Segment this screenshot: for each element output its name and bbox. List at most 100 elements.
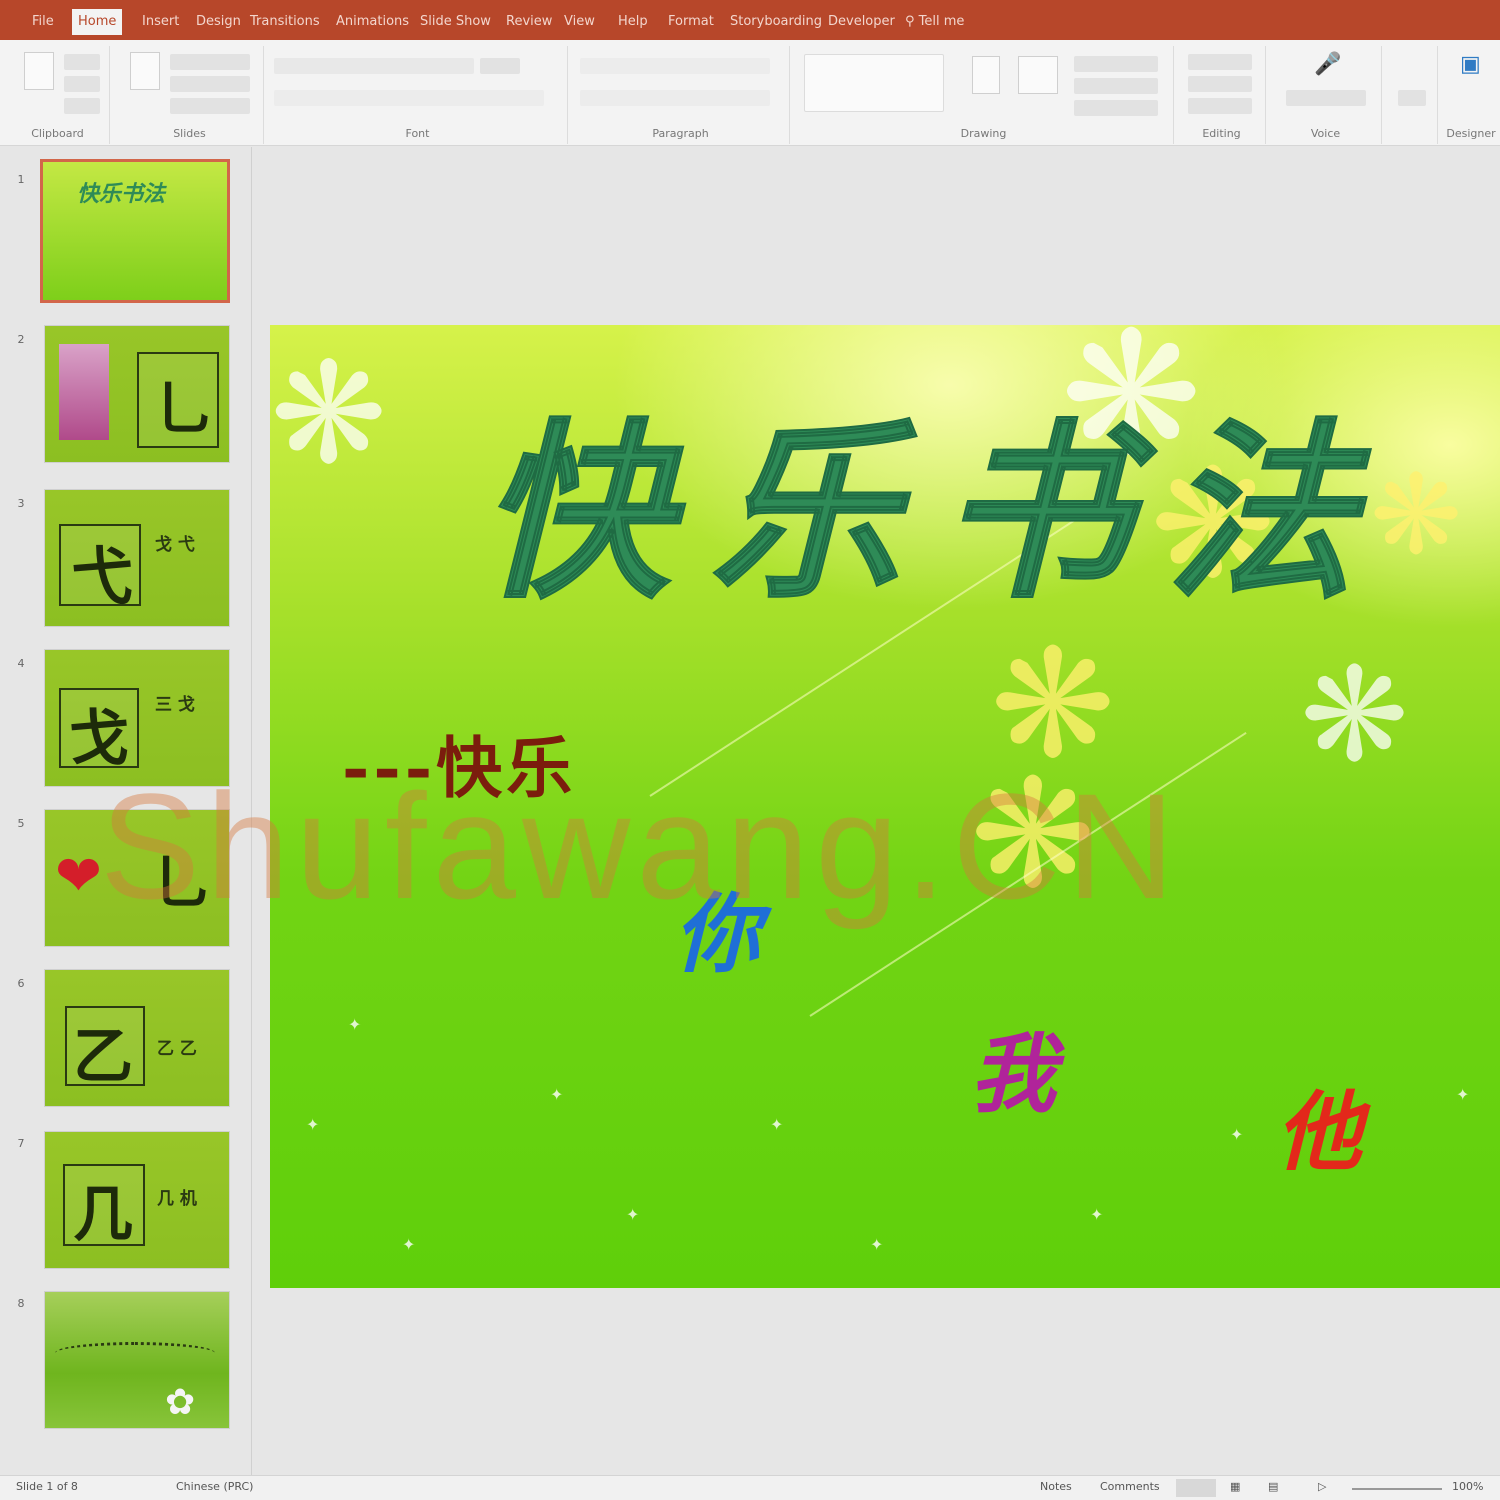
new-slide-icon[interactable]: [130, 52, 160, 90]
thumb-number: 5: [17, 817, 25, 830]
tab-slide-show[interactable]: Slide Show: [414, 9, 497, 35]
slide-counter: Slide 1 of 8: [16, 1480, 78, 1493]
tab-format[interactable]: Format: [662, 9, 720, 35]
sparkle-icon: ✦: [1090, 1205, 1104, 1224]
slide-thumbnail-7[interactable]: 几 几 机: [44, 1131, 230, 1269]
shape-effects-button[interactable]: [1074, 100, 1158, 116]
find-button[interactable]: [1188, 54, 1252, 70]
tab-file[interactable]: File: [26, 9, 60, 35]
tab-design[interactable]: Design: [190, 9, 247, 35]
tab-animations[interactable]: Animations: [330, 9, 415, 35]
copy-button[interactable]: [64, 76, 100, 92]
tab-help[interactable]: Help: [612, 9, 654, 35]
ribbon-group-slides: Slides: [116, 46, 264, 144]
list-buttons[interactable]: [580, 58, 770, 74]
thumb-glyph: 弋: [71, 540, 134, 613]
reading-view-icon[interactable]: ▤: [1268, 1480, 1278, 1493]
slide-thumbnail-8[interactable]: ✿: [44, 1291, 230, 1429]
title-char-2: 乐: [709, 400, 901, 625]
group-label-editing: Editing: [1202, 127, 1241, 140]
cut-button[interactable]: [64, 54, 100, 70]
arrange-button[interactable]: [972, 56, 1000, 94]
shape-fill-button[interactable]: [1074, 56, 1158, 72]
replace-button[interactable]: [1188, 76, 1252, 92]
group-label-font: Font: [405, 127, 430, 140]
designer-icon[interactable]: ▣: [1460, 52, 1481, 77]
layout-button[interactable]: [170, 54, 250, 70]
slide-thumbnail-2[interactable]: 乚: [44, 325, 230, 463]
thumb-glyph: 乚: [155, 375, 214, 443]
thumb-glyph: 乙: [73, 1022, 133, 1092]
slide-thumbnail-1[interactable]: 快乐书法: [40, 159, 230, 303]
section-button[interactable]: [170, 98, 250, 114]
title-char-4: 法: [1164, 400, 1356, 625]
thumb-number: 3: [17, 497, 25, 510]
select-button[interactable]: [1188, 98, 1252, 114]
group-label-paragraph: Paragraph: [652, 127, 709, 140]
search-icon: ⚲: [905, 14, 915, 29]
extra-button[interactable]: [1398, 90, 1426, 106]
font-name-select[interactable]: [274, 58, 474, 74]
group-label-drawing: Drawing: [960, 127, 1007, 140]
zoom-level[interactable]: 100%: [1452, 1480, 1483, 1493]
figure-image: [59, 344, 109, 440]
language-indicator[interactable]: Chinese (PRC): [176, 1480, 253, 1493]
flower-icon: ❋: [1370, 451, 1463, 579]
ribbon-group-designer: ▣ Designer: [1442, 46, 1500, 144]
sparkle-icon: ✦: [870, 1235, 884, 1254]
ribbon-group-clipboard: Clipboard: [6, 46, 110, 144]
tab-review[interactable]: Review: [500, 9, 558, 35]
zoom-slider[interactable]: [1352, 1488, 1442, 1490]
status-bar: Slide 1 of 8 Chinese (PRC) Notes Comment…: [0, 1475, 1500, 1500]
slideshow-icon[interactable]: ▷: [1318, 1480, 1326, 1493]
paste-icon[interactable]: [24, 52, 54, 90]
tab-storyboarding[interactable]: Storyboarding: [724, 9, 828, 35]
title-char-3: 书: [939, 400, 1131, 625]
sparkle-icon: ✦: [770, 1115, 784, 1134]
tab-transitions[interactable]: Transitions: [244, 9, 326, 35]
sparkle-icon: ✦: [550, 1085, 564, 1104]
sparkle-icon: ✦: [306, 1115, 320, 1134]
thumb-label: 几 机: [157, 1189, 197, 1209]
comments-button[interactable]: Comments: [1100, 1480, 1160, 1493]
ribbon-group-paragraph: Paragraph: [572, 46, 790, 144]
thumb-number: 6: [17, 977, 25, 990]
tell-me-box[interactable]: ⚲ Tell me: [905, 9, 964, 35]
group-label-voice: Voice: [1310, 127, 1341, 140]
font-size-select[interactable]: [480, 58, 520, 74]
tab-view[interactable]: View: [558, 9, 601, 35]
slide-sorter-icon[interactable]: ▦: [1230, 1480, 1240, 1493]
notes-button[interactable]: Notes: [1040, 1480, 1072, 1493]
group-label-clipboard: Clipboard: [31, 127, 84, 140]
shapes-gallery[interactable]: [804, 54, 944, 112]
ribbon-group-editing: Editing: [1178, 46, 1266, 144]
tab-developer[interactable]: Developer: [822, 9, 901, 35]
reset-button[interactable]: [170, 76, 250, 92]
sparkle-icon: ✦: [1230, 1125, 1244, 1144]
font-format-buttons[interactable]: [274, 90, 544, 106]
title-char-1: 快: [479, 400, 671, 625]
tell-me-label: Tell me: [918, 14, 965, 29]
tab-home[interactable]: Home: [72, 9, 123, 35]
ribbon-group-voice: 🎤 Voice: [1270, 46, 1382, 144]
thumb-number: 4: [17, 657, 25, 670]
ribbon-group-font: Font: [268, 46, 568, 144]
word-wo: 我: [970, 1024, 1056, 1125]
flower-icon: ✿: [165, 1382, 196, 1423]
thumb-label: 三 戈: [155, 695, 195, 715]
sparkle-icon: ✦: [348, 1015, 362, 1034]
ribbon-group-drawing: Drawing: [794, 46, 1174, 144]
dictate-icon[interactable]: 🎤: [1314, 52, 1341, 77]
group-label-slides: Slides: [173, 127, 206, 140]
normal-view-button[interactable]: [1176, 1479, 1216, 1497]
align-buttons[interactable]: [580, 90, 770, 106]
flower-icon: ❋: [270, 333, 388, 496]
thumb-number: 1: [17, 173, 25, 186]
format-painter-button[interactable]: [64, 98, 100, 114]
slide-thumbnail-3[interactable]: 弋 戈 弋: [44, 489, 230, 627]
shape-outline-button[interactable]: [1074, 78, 1158, 94]
dictate-button[interactable]: [1286, 90, 1366, 106]
tab-insert[interactable]: Insert: [136, 9, 185, 35]
slide-thumbnail-6[interactable]: 乙 乙 乙: [44, 969, 230, 1107]
quick-styles-button[interactable]: [1018, 56, 1058, 94]
